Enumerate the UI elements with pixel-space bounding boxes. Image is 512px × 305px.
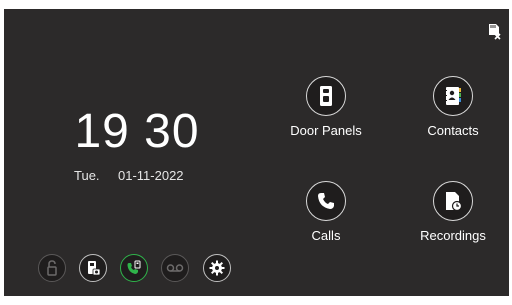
app-calls[interactable]: Calls (271, 181, 381, 243)
settings-button[interactable] (203, 254, 231, 282)
phone-icon (306, 181, 346, 221)
unlock-button[interactable] (38, 254, 66, 282)
clock-date: 01-11-2022 (118, 168, 184, 183)
app-label: Calls (311, 228, 341, 243)
recordings-icon (433, 181, 473, 221)
monitor-call-icon (127, 260, 141, 274)
app-contacts[interactable]: Contacts (398, 76, 508, 138)
unlock-icon (47, 260, 57, 276)
app-label: Door Panels (290, 123, 362, 138)
contacts-book-icon (433, 76, 473, 116)
snapshot-button[interactable] (79, 254, 107, 282)
app-door-panels[interactable]: Door Panels (271, 76, 381, 138)
app-label: Contacts (427, 123, 479, 138)
voicemail-button[interactable] (161, 254, 189, 282)
snapshot-icon (88, 261, 101, 276)
sd-card-missing-icon (489, 24, 501, 40)
settings-gear-icon (209, 260, 225, 276)
monitor-call-button[interactable] (120, 254, 148, 282)
app-recordings[interactable]: Recordings (398, 181, 508, 243)
clock-day: Tue. (74, 168, 100, 183)
voicemail-icon (166, 264, 184, 272)
app-label: Recordings (420, 228, 486, 243)
door-panel-icon (306, 76, 346, 116)
clock-time: 19 30 (74, 105, 200, 158)
